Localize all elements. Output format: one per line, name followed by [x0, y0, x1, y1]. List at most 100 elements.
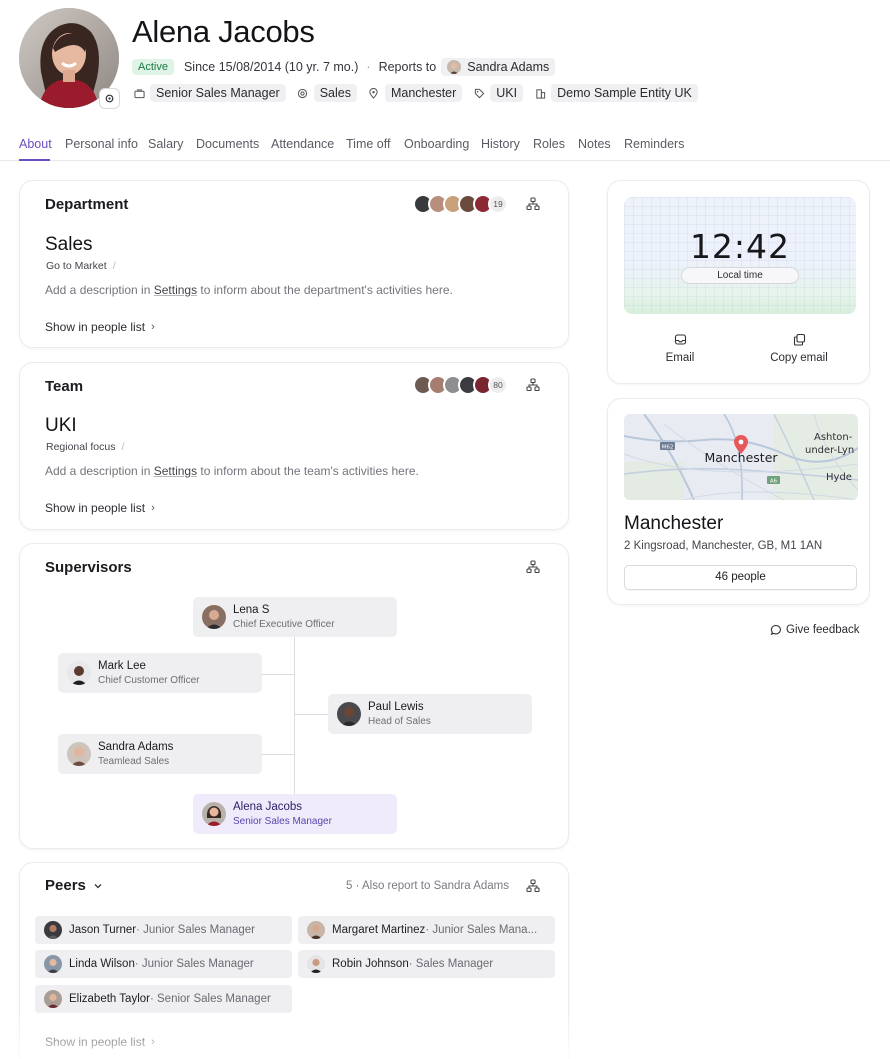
- team-show-in-people-list[interactable]: Show in people list ›: [45, 501, 155, 515]
- org-chart-icon[interactable]: [526, 197, 540, 211]
- map-town-label: Hyde: [826, 472, 852, 483]
- reports-to-chip[interactable]: Sandra Adams: [441, 58, 556, 76]
- local-time-panel: 12:42 Local time: [624, 197, 856, 314]
- map-road-label: A6: [770, 479, 778, 485]
- member-count-badge: 19: [488, 194, 508, 214]
- department-card: Department 19 Sales Go to Market / Add a …: [19, 180, 569, 348]
- briefcase-icon: [132, 86, 146, 100]
- peers-card: Peers 5 · Also report to Sandra Adams Ja…: [19, 862, 569, 1059]
- supervisor-node-paul-lewis[interactable]: Paul Lewis Head of Sales: [328, 694, 532, 734]
- avatar: [307, 955, 325, 973]
- profile-chips-row: Senior Sales Manager Sales Manchester UK…: [132, 84, 708, 102]
- settings-link[interactable]: Settings: [154, 283, 197, 297]
- org-connector: [294, 637, 295, 795]
- supervisor-node-current-employee[interactable]: Alena Jacobs Senior Sales Manager: [193, 794, 397, 834]
- location-address: 2 Kingsroad, Manchester, GB, M1 1AN: [624, 540, 823, 552]
- reports-to-label: Reports to: [378, 60, 437, 74]
- department-description: Add a description in Settings to inform …: [45, 283, 453, 297]
- org-connector: [261, 674, 294, 675]
- org-connector: [261, 754, 294, 755]
- tab-roles[interactable]: Roles: [533, 137, 565, 151]
- tab-personal-info[interactable]: Personal info: [65, 137, 138, 151]
- separator-dot: ·: [366, 60, 371, 74]
- avatar: [202, 605, 226, 629]
- peer-item-jason-turner[interactable]: Jason Turner · Junior Sales Manager: [35, 916, 292, 944]
- profile-meta-row: Active Since 15/08/2014 (10 yr. 7 mo.) ·…: [132, 58, 556, 76]
- gear-icon: [105, 94, 114, 103]
- tab-salary[interactable]: Salary: [148, 137, 183, 151]
- avatar: [44, 921, 62, 939]
- chevron-right-icon: ›: [151, 502, 155, 514]
- location-map[interactable]: M62 A6 Manchester Ashton- under-Lyn Hyde: [624, 414, 858, 500]
- peers-show-in-people-list[interactable]: Show in people list ›: [45, 1035, 155, 1049]
- department-member-avatars[interactable]: 19: [413, 194, 508, 214]
- chip-job-title[interactable]: Senior Sales Manager: [132, 84, 286, 102]
- target-icon: [296, 86, 310, 100]
- org-chart-icon[interactable]: [526, 560, 540, 574]
- team-name: UKI: [45, 415, 77, 436]
- tab-attendance[interactable]: Attendance: [271, 137, 334, 151]
- department-subtitle: Go to Market /: [46, 260, 116, 272]
- peer-item-robin-johnson[interactable]: Robin Johnson · Sales Manager: [298, 950, 555, 978]
- tab-documents[interactable]: Documents: [196, 137, 259, 151]
- profile-header: Alena Jacobs Active Since 15/08/2014 (10…: [0, 0, 890, 124]
- map-town-label: Ashton-: [814, 432, 853, 443]
- avatar: [337, 702, 361, 726]
- team-card-title: Team: [45, 378, 84, 395]
- map-town-label: under-Lyn: [805, 445, 854, 456]
- avatar-edit-button[interactable]: [99, 88, 120, 109]
- status-badge: Active: [132, 59, 174, 75]
- peers-summary: 5 · Also report to Sandra Adams: [346, 880, 510, 892]
- peer-item-margaret-martinez[interactable]: Margaret Martinez · Junior Sales Mana...: [298, 916, 555, 944]
- chevron-right-icon: ›: [151, 321, 155, 333]
- org-chart-icon[interactable]: [526, 879, 540, 893]
- org-chart-icon[interactable]: [526, 378, 540, 392]
- tab-notes[interactable]: Notes: [578, 137, 611, 151]
- email-button[interactable]: Email: [652, 333, 708, 364]
- avatar: [202, 802, 226, 826]
- profile-name: Alena Jacobs: [132, 14, 315, 49]
- supervisors-card: Supervisors Lena S Chief Executive Offic…: [19, 543, 569, 849]
- chip-location[interactable]: Manchester: [367, 84, 463, 102]
- peers-card-title[interactable]: Peers: [45, 877, 103, 894]
- location-pin-icon: [367, 86, 381, 100]
- chevron-down-icon: [94, 883, 102, 888]
- chevron-right-icon: ›: [151, 1036, 155, 1048]
- tab-history[interactable]: History: [481, 137, 520, 151]
- speech-bubble-icon: [770, 624, 781, 636]
- chip-team[interactable]: UKI: [472, 84, 524, 102]
- member-count-badge: 80: [488, 375, 508, 395]
- avatar: [67, 661, 91, 685]
- avatar: [307, 921, 325, 939]
- team-subtitle: Regional focus /: [46, 441, 125, 453]
- location-city: Manchester: [624, 513, 724, 534]
- copy-icon: [793, 333, 805, 346]
- department-card-title: Department: [45, 196, 129, 213]
- chip-department[interactable]: Sales: [296, 84, 357, 102]
- avatar: [44, 955, 62, 973]
- tab-about[interactable]: About: [19, 137, 52, 151]
- avatar: [447, 60, 462, 74]
- tab-time-off[interactable]: Time off: [346, 137, 390, 151]
- inbox-icon: [674, 334, 686, 345]
- tab-onboarding[interactable]: Onboarding: [404, 137, 469, 151]
- avatar: [44, 990, 62, 1008]
- settings-link[interactable]: Settings: [154, 464, 197, 478]
- team-member-avatars[interactable]: 80: [413, 375, 508, 395]
- tab-reminders[interactable]: Reminders: [624, 137, 684, 151]
- supervisor-node-sandra-adams[interactable]: Sandra Adams Teamlead Sales: [58, 734, 262, 774]
- supervisor-node-lena-s[interactable]: Lena S Chief Executive Officer: [193, 597, 397, 637]
- give-feedback-link[interactable]: Give feedback: [770, 624, 860, 636]
- copy-email-button[interactable]: Copy email: [764, 333, 834, 364]
- department-name: Sales: [45, 234, 93, 255]
- team-description: Add a description in Settings to inform …: [45, 464, 419, 478]
- supervisor-node-mark-lee[interactable]: Mark Lee Chief Customer Officer: [58, 653, 262, 693]
- map-road-label: M62: [662, 445, 674, 451]
- peer-item-elizabeth-taylor[interactable]: Elizabeth Taylor · Senior Sales Manager: [35, 985, 292, 1013]
- department-show-in-people-list[interactable]: Show in people list ›: [45, 320, 155, 334]
- avatar: [67, 742, 91, 766]
- location-people-button[interactable]: 46 people: [624, 565, 857, 590]
- peer-item-linda-wilson[interactable]: Linda Wilson · Junior Sales Manager: [35, 950, 292, 978]
- chip-entity[interactable]: Demo Sample Entity UK: [533, 84, 698, 102]
- building-icon: [533, 86, 547, 100]
